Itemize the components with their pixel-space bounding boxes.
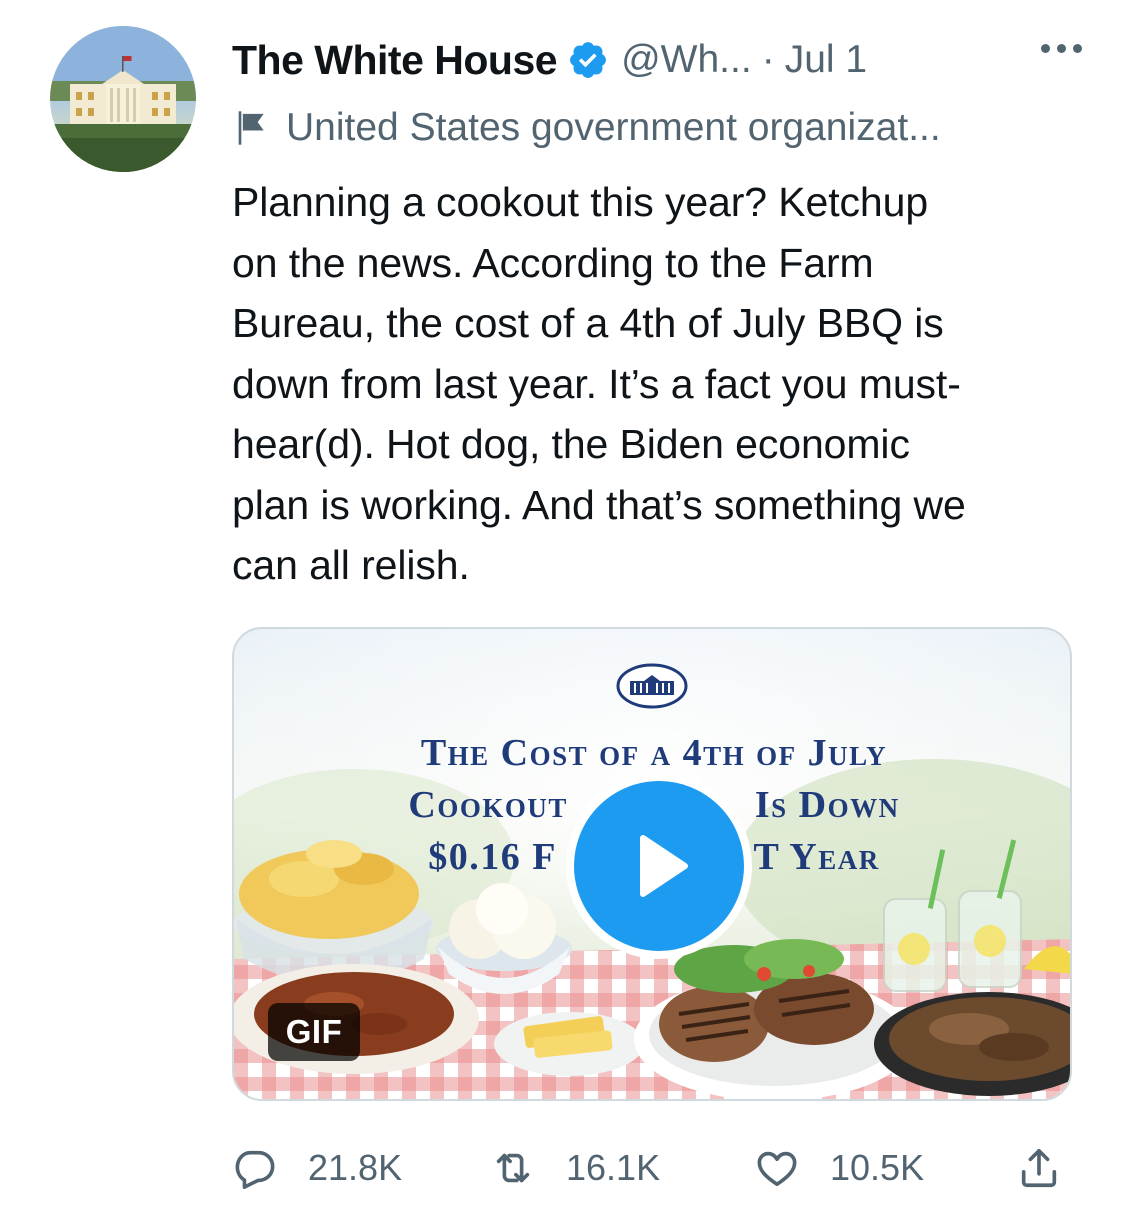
retweet-count: 16.1K [566, 1147, 661, 1188]
play-button[interactable] [566, 773, 752, 959]
author-handle[interactable]: @Wh... [621, 38, 752, 82]
share-button[interactable] [1016, 1138, 1062, 1198]
org-label: United States government organizat... [286, 106, 941, 149]
like-count: 10.5K [830, 1147, 925, 1188]
org-label-row: United States government organizat... [232, 100, 941, 156]
tweet-text: Planning a cookout this year? Ketchup on… [232, 179, 966, 588]
flag-icon [238, 111, 264, 145]
separator-dot: · [761, 38, 775, 81]
play-icon [640, 835, 688, 897]
reply-count: 21.8K [308, 1147, 403, 1188]
more-options-icon[interactable] [1041, 44, 1082, 53]
reply-button[interactable]: 21.8K [232, 1138, 402, 1198]
tweet-actions: 21.8K 16.1K 10.5K [232, 1138, 1072, 1198]
white-house-seal-icon [616, 663, 688, 709]
tweet-date[interactable]: Jul 1 [785, 38, 867, 82]
white-house-avatar-image [50, 26, 196, 172]
media-gif[interactable]: The Cost of a 4th of July Cookout Is Dow… [232, 627, 1072, 1101]
retweet-button[interactable]: 16.1K [490, 1138, 660, 1198]
headline-line-1: The Cost of a 4th of July [420, 732, 888, 774]
gif-badge: GIF [268, 1003, 360, 1061]
share-icon [1021, 1148, 1057, 1188]
like-button[interactable]: 10.5K [754, 1138, 924, 1198]
reply-icon [235, 1150, 275, 1189]
tweet-header: The White House @Wh... · Jul 1 [232, 30, 1082, 90]
verified-badge-icon [570, 42, 607, 78]
tweet[interactable]: The White House @Wh... · Jul 1 United St… [0, 0, 1125, 1224]
retweet-icon [496, 1153, 530, 1183]
avatar[interactable] [50, 26, 196, 172]
heart-icon [757, 1151, 797, 1187]
author-name[interactable]: The White House [232, 37, 558, 84]
